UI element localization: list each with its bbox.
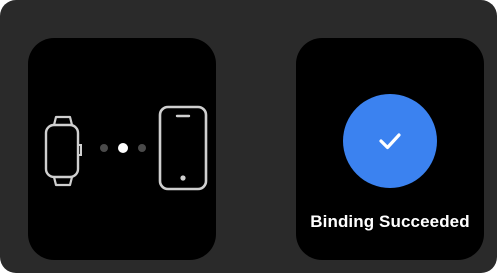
phone-icon (158, 105, 208, 191)
success-badge (343, 94, 437, 188)
app-frame: Binding Succeeded (0, 0, 497, 273)
binding-status-text: Binding Succeeded (310, 212, 470, 231)
success-panel: Binding Succeeded (296, 38, 484, 260)
watch-icon (44, 115, 82, 187)
indicator-dot-inactive (138, 144, 146, 152)
pairing-panel (28, 38, 216, 260)
check-icon (379, 133, 401, 150)
indicator-dot-inactive (100, 144, 108, 152)
indicator-dot-active (118, 143, 128, 153)
